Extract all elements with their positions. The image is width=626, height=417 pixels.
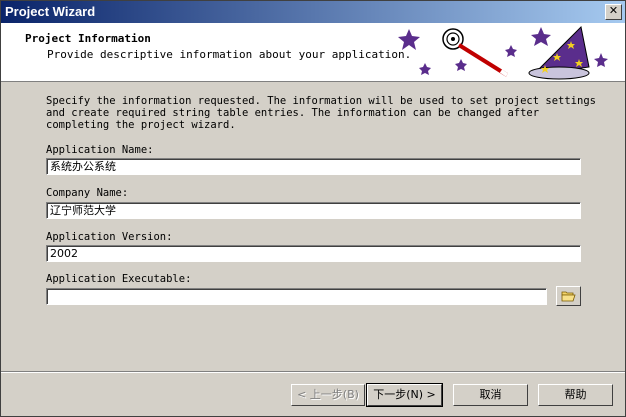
- intro-line: completing the project wizard.: [46, 119, 236, 131]
- folder-open-icon: [561, 291, 576, 302]
- close-button[interactable]: ✕: [605, 4, 622, 20]
- app-executable-label: Application Executable:: [46, 273, 192, 285]
- title-bar: Project Wizard ✕: [1, 1, 625, 23]
- company-name-input[interactable]: 辽宁师范大学: [46, 202, 581, 219]
- app-executable-input[interactable]: [46, 288, 547, 305]
- wand-icon: [442, 28, 509, 77]
- intro-text: Specify the information requested. The i…: [46, 95, 606, 131]
- page-title: Project Information: [25, 32, 151, 45]
- window-title: Project Wizard: [5, 4, 96, 19]
- intro-line: Specify the information requested. The i…: [46, 95, 596, 107]
- star-icon: [531, 27, 551, 46]
- footer-separator: [1, 371, 625, 373]
- help-button[interactable]: 帮助: [538, 384, 613, 406]
- next-button[interactable]: 下一步(N) >: [366, 383, 443, 407]
- star-icon: [455, 59, 467, 71]
- company-name-label: Company Name:: [46, 187, 129, 199]
- browse-button[interactable]: [556, 286, 581, 306]
- cancel-button[interactable]: 取消: [453, 384, 528, 406]
- wizard-header: Project Information Provide descriptive …: [1, 23, 625, 82]
- star-icon: [398, 29, 420, 50]
- star-icon: [505, 45, 517, 57]
- back-button[interactable]: < 上一步(B): [291, 384, 365, 406]
- app-name-label: Application Name:: [46, 144, 154, 156]
- intro-line: and create required string table entries…: [46, 107, 540, 119]
- app-version-input[interactable]: 2002: [46, 245, 581, 262]
- star-icon: [594, 53, 608, 67]
- star-icon: [419, 63, 431, 75]
- wizard-illustration: [398, 25, 608, 80]
- app-version-label: Application Version:: [46, 231, 173, 243]
- app-name-input[interactable]: 系统办公系统: [46, 158, 581, 175]
- page-subtitle: Provide descriptive information about yo…: [47, 48, 412, 61]
- project-wizard-window: Project Wizard ✕ Project Information Pro…: [0, 0, 626, 417]
